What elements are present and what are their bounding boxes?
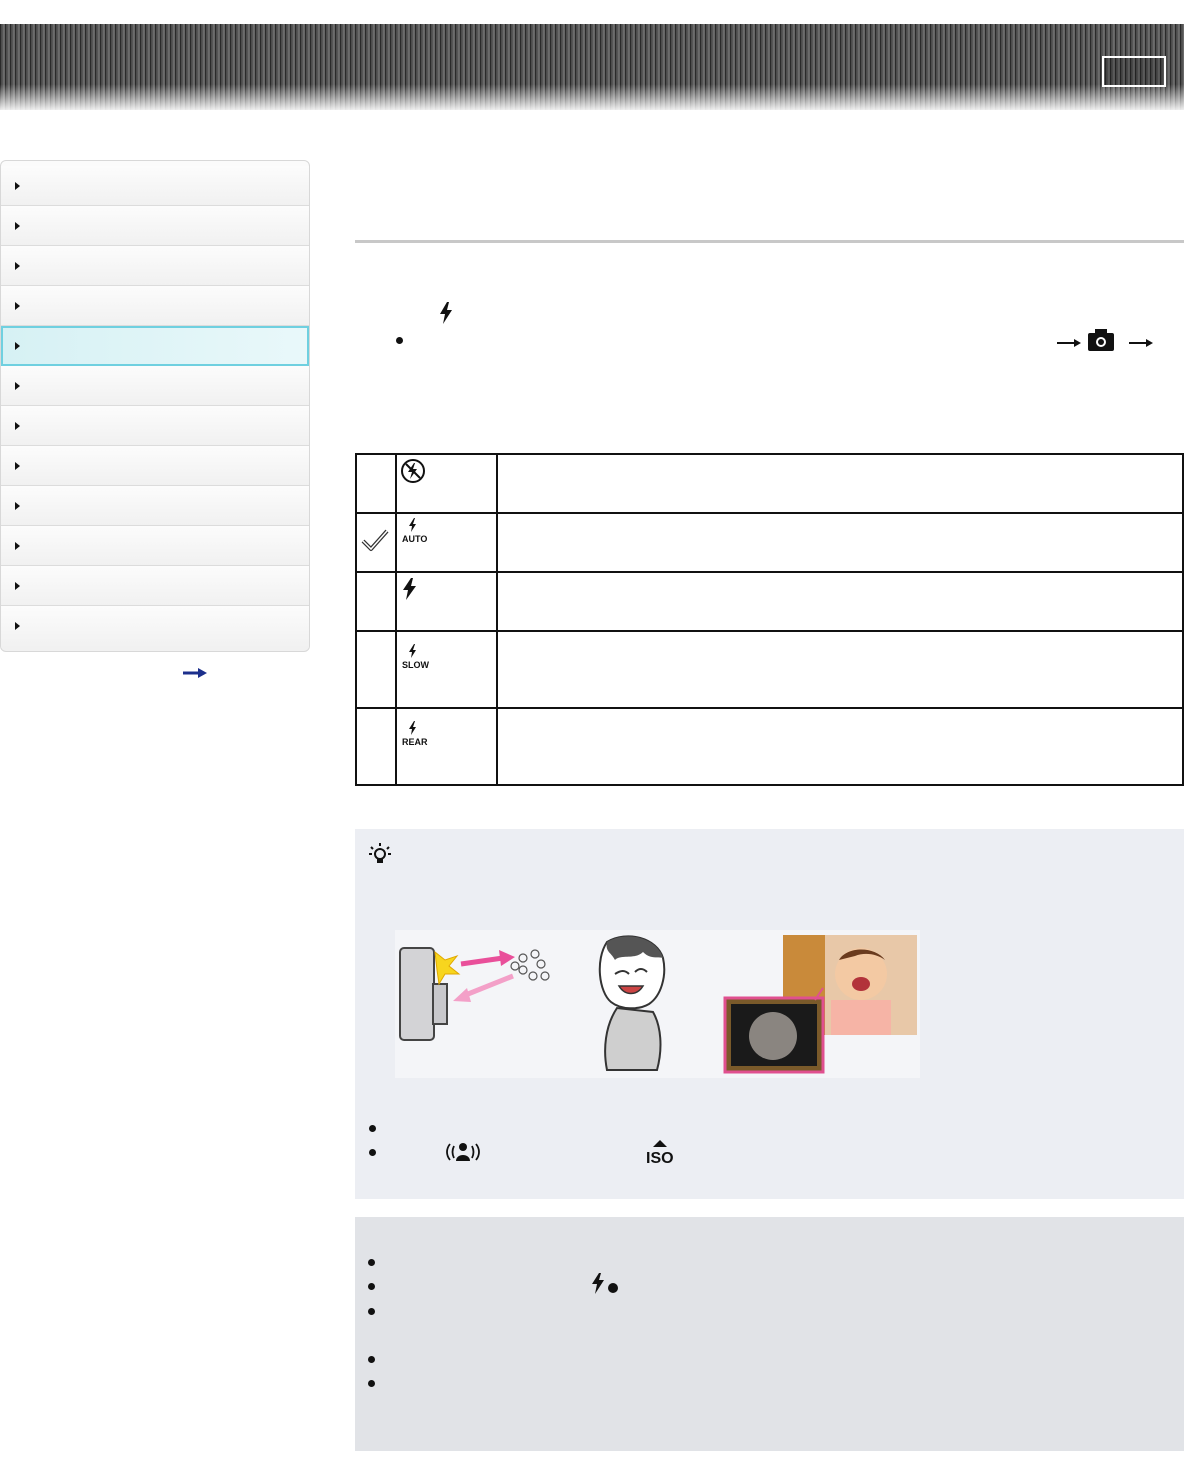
header-banner — [0, 24, 1184, 110]
camera-icon — [1088, 329, 1114, 351]
flash-on-icon — [403, 578, 416, 600]
sidebar-item-8[interactable] — [1, 446, 309, 486]
backlight-orb-illustration — [395, 930, 920, 1078]
triangle-right-icon — [15, 222, 20, 230]
triangle-right-icon — [15, 622, 20, 630]
list-bullet — [396, 337, 403, 344]
slow-sync-icon: SLOW — [402, 644, 430, 670]
list-bullet — [368, 1259, 375, 1266]
icon-cell: SLOW — [395, 630, 498, 709]
list-bullet — [368, 1356, 375, 1363]
sidebar-item-1[interactable] — [1, 166, 309, 206]
table-row — [355, 571, 1184, 632]
selection-cell — [355, 512, 397, 573]
flash-auto-icon: AUTO — [402, 518, 427, 544]
triangle-right-icon — [15, 422, 20, 430]
table-row: AUTO — [355, 512, 1184, 573]
checkmark-icon — [361, 529, 389, 551]
illustration-graphic — [399, 935, 917, 1074]
triangle-right-icon — [15, 382, 20, 390]
description-cell — [496, 630, 1184, 709]
svg-text:AUTO: AUTO — [402, 534, 427, 544]
triangle-right-icon — [15, 342, 20, 350]
sidebar-item-5-active[interactable] — [1, 326, 309, 366]
triangle-right-icon — [15, 302, 20, 310]
icon-cell — [395, 571, 498, 632]
triangle-right-icon — [15, 502, 20, 510]
arrow-right-icon — [1129, 339, 1153, 347]
triangle-right-icon — [15, 582, 20, 590]
sidebar-item-4[interactable] — [1, 286, 309, 326]
list-bullet — [368, 1308, 375, 1315]
description-cell — [496, 707, 1184, 786]
sidebar-item-3[interactable] — [1, 246, 309, 286]
table-row: SLOW — [355, 630, 1184, 709]
sidebar-item-9[interactable] — [1, 486, 309, 526]
list-bullet — [368, 1283, 375, 1290]
triangle-right-icon — [15, 542, 20, 550]
selection-cell — [355, 630, 397, 709]
sidebar-nav — [0, 160, 310, 652]
selection-cell — [355, 571, 397, 632]
triangle-right-icon — [15, 182, 20, 190]
description-cell — [496, 571, 1184, 632]
list-bullet — [369, 1149, 376, 1156]
triangle-right-icon — [15, 462, 20, 470]
flash-off-icon — [401, 459, 425, 483]
sidebar-item-11[interactable] — [1, 566, 309, 606]
sidebar-item-10[interactable] — [1, 526, 309, 566]
list-bullet — [369, 1125, 376, 1132]
notes-box — [355, 1217, 1184, 1451]
icon-cell: AUTO — [395, 512, 498, 573]
anti-motion-blur-icon — [446, 1143, 480, 1161]
list-bullet — [368, 1380, 375, 1387]
selection-cell — [355, 707, 397, 786]
selection-cell — [355, 453, 397, 514]
flash-mode-table: AUTO SLOW REAR — [355, 453, 1184, 786]
table-row — [355, 453, 1184, 514]
svg-text:REAR: REAR — [402, 737, 428, 747]
description-cell — [496, 512, 1184, 573]
arrow-right-icon[interactable] — [182, 666, 208, 680]
title-divider — [355, 240, 1184, 243]
rear-sync-icon: REAR — [402, 721, 428, 747]
icon-cell: REAR — [395, 707, 498, 786]
flash-charging-icon — [592, 1273, 618, 1294]
triangle-right-icon — [15, 262, 20, 270]
sidebar-item-2[interactable] — [1, 206, 309, 246]
sidebar-item-6[interactable] — [1, 366, 309, 406]
svg-text:ISO: ISO — [646, 1150, 674, 1165]
arrow-right-icon — [1057, 339, 1081, 347]
icon-cell — [395, 453, 498, 514]
table-row: REAR — [355, 707, 1184, 786]
description-cell — [496, 453, 1184, 514]
iso-high-icon: ISO — [646, 1140, 674, 1165]
flash-icon — [440, 302, 452, 324]
svg-text:SLOW: SLOW — [402, 660, 430, 670]
hint-bulb-icon — [369, 843, 391, 863]
sidebar-item-12[interactable] — [1, 606, 309, 648]
sidebar-item-7[interactable] — [1, 406, 309, 446]
page-number-box — [1102, 56, 1166, 87]
